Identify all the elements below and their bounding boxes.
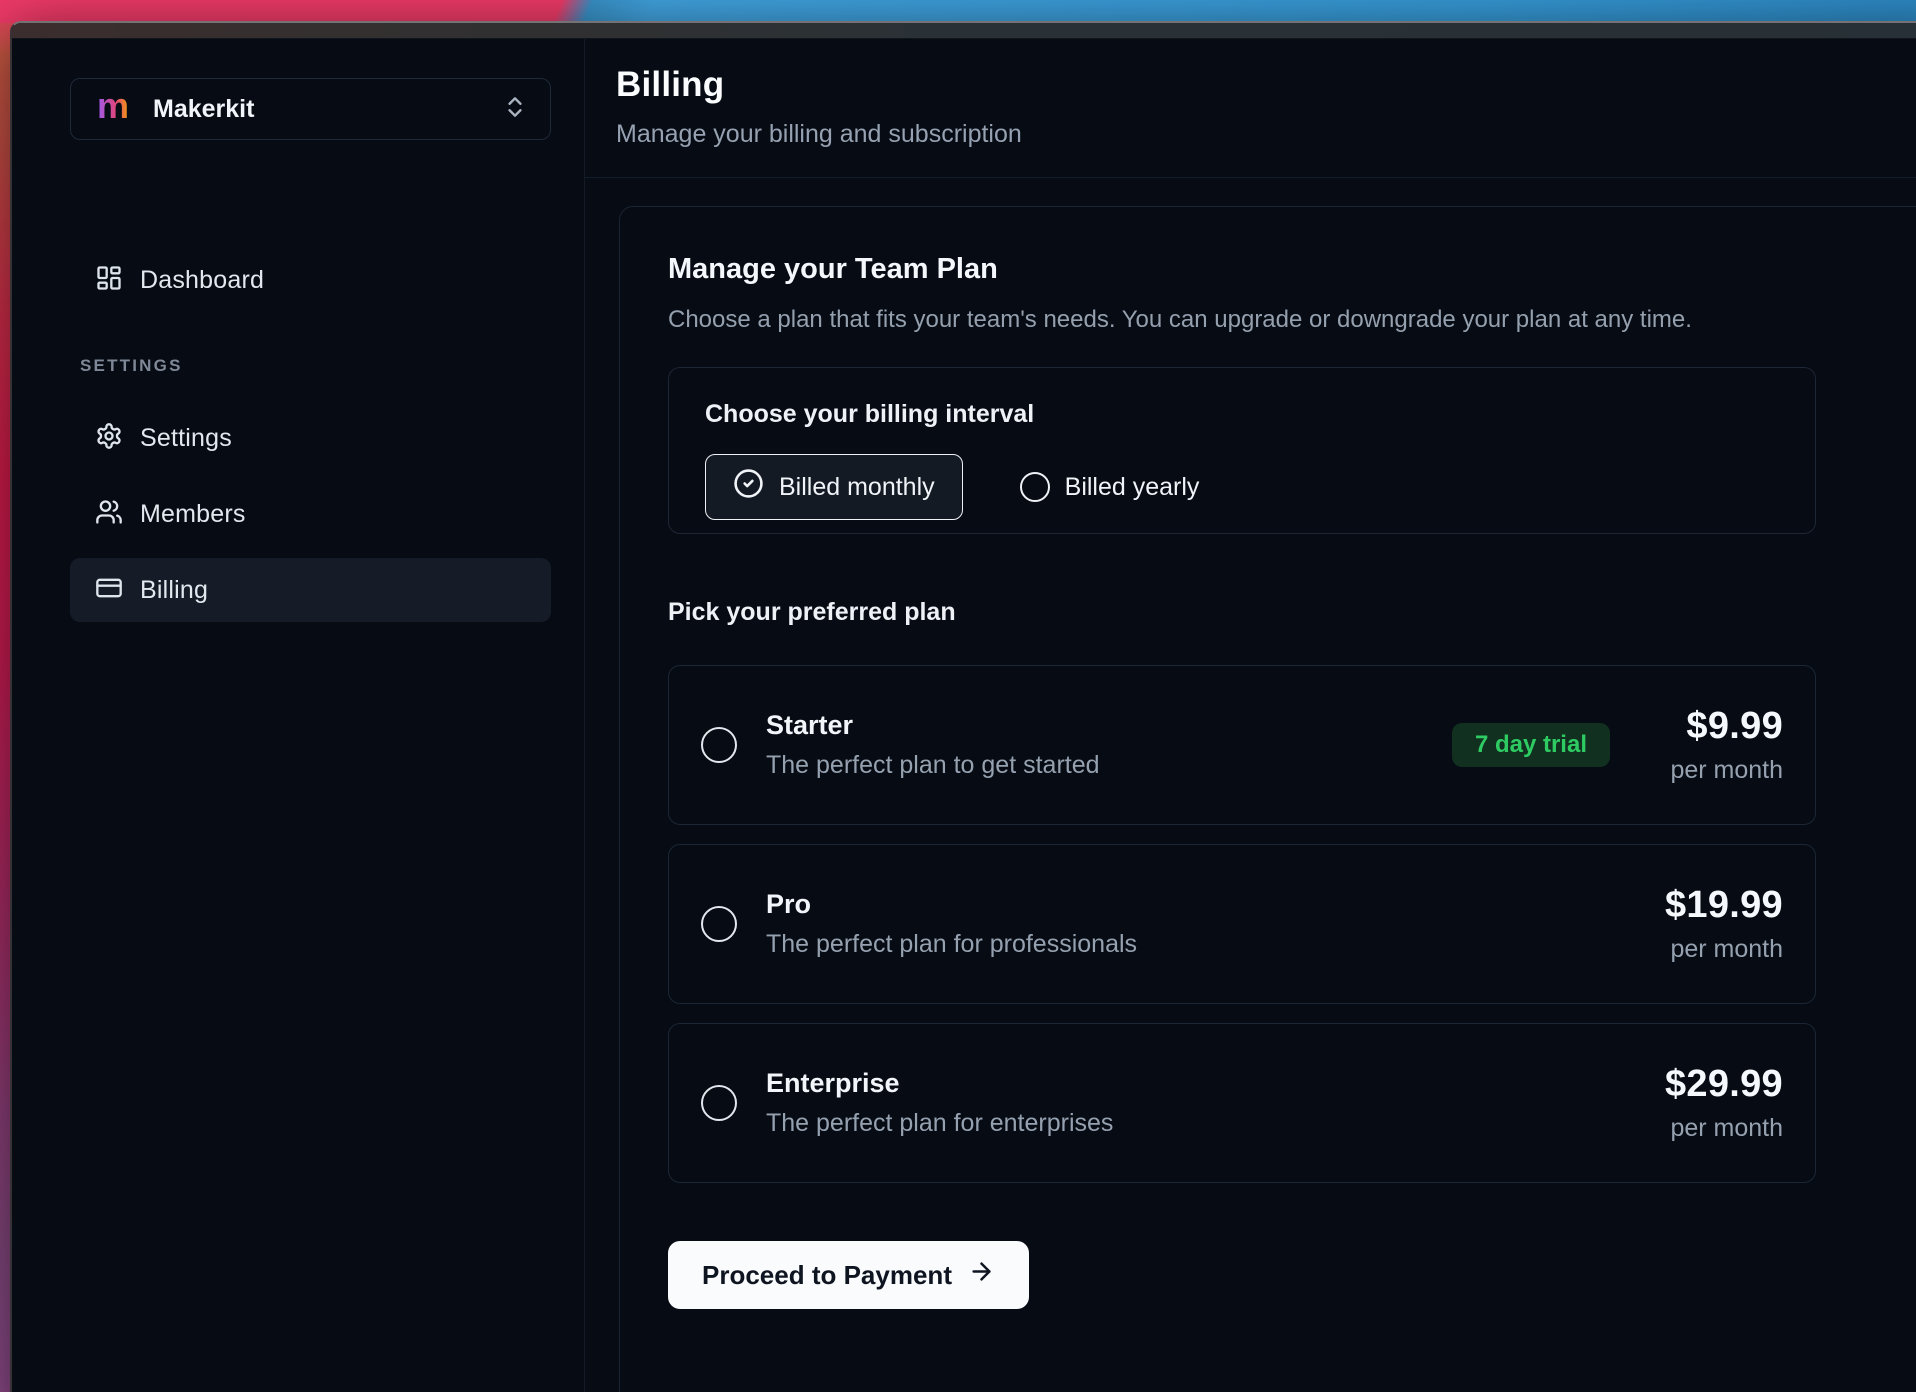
plan-name: Starter [766, 710, 1100, 741]
card-title: Manage your Team Plan [668, 253, 1916, 286]
sidebar-item-label: Dashboard [140, 266, 264, 295]
plan-price: $29.99 [1648, 1063, 1783, 1106]
plan-description: The perfect plan for professionals [766, 930, 1137, 959]
page-title: Billing [616, 65, 1916, 105]
plan-period: per month [1648, 935, 1783, 964]
radio-circle-icon[interactable] [701, 906, 737, 942]
plan-info: Starter The perfect plan to get started [766, 710, 1100, 780]
radio-circle-icon[interactable] [701, 727, 737, 763]
interval-option-label: Billed yearly [1065, 473, 1200, 502]
price-block: $29.99 per month [1648, 1063, 1783, 1143]
plan-description: The perfect plan for enterprises [766, 1109, 1113, 1138]
desktop-wallpaper [0, 0, 1916, 23]
workspace-selector[interactable]: m Makerkit [70, 78, 551, 140]
sidebar-item-label: Settings [140, 424, 232, 453]
interval-option-monthly[interactable]: Billed monthly [705, 454, 963, 520]
plans-label: Pick your preferred plan [668, 598, 1916, 627]
page-subtitle: Manage your billing and subscription [616, 120, 1916, 149]
plan-pricing: $29.99 per month [1648, 1063, 1783, 1143]
plan-period: per month [1648, 1114, 1783, 1143]
chevrons-up-down-icon [502, 94, 528, 125]
credit-card-icon [95, 574, 123, 607]
app-root: m Makerkit Dashboard SETTINGS [12, 39, 1916, 1392]
billing-interval-options: Billed monthly Billed yearly [705, 454, 1779, 520]
plan-pricing: 7 day trial $9.99 per month [1452, 705, 1783, 785]
price-block: $9.99 per month [1648, 705, 1783, 785]
makerkit-logo: m [97, 88, 129, 124]
sidebar-item-label: Members [140, 500, 246, 529]
radio-circle-icon[interactable] [701, 1085, 737, 1121]
gear-icon [95, 422, 123, 455]
proceed-button-label: Proceed to Payment [702, 1260, 952, 1291]
sidebar: m Makerkit Dashboard SETTINGS [12, 39, 585, 1392]
header-divider [585, 177, 1916, 178]
plan-name: Enterprise [766, 1068, 1113, 1099]
plan-name: Pro [766, 889, 1137, 920]
trial-badge: 7 day trial [1452, 723, 1610, 767]
plan-info: Pro The perfect plan for professionals [766, 889, 1137, 959]
plan-price: $19.99 [1648, 884, 1783, 927]
check-circle-icon [733, 468, 764, 506]
interval-option-label: Billed monthly [779, 473, 935, 502]
team-plan-card: Manage your Team Plan Choose a plan that… [619, 206, 1916, 1392]
sidebar-item-label: Billing [140, 576, 208, 605]
sidebar-item-dashboard[interactable]: Dashboard [70, 248, 551, 312]
radio-circle-icon [1020, 472, 1050, 502]
main-content: Billing Manage your billing and subscrip… [585, 39, 1916, 1392]
sidebar-item-members[interactable]: Members [70, 482, 551, 546]
sidebar-nav: Dashboard SETTINGS Settings Members [70, 248, 551, 622]
sidebar-item-settings[interactable]: Settings [70, 406, 551, 470]
card-subtitle: Choose a plan that fits your team's need… [668, 306, 1916, 334]
plan-info: Enterprise The perfect plan for enterpri… [766, 1068, 1113, 1138]
plan-price: $9.99 [1648, 705, 1783, 748]
arrow-right-icon [968, 1258, 995, 1292]
billing-interval-label: Choose your billing interval [705, 400, 1779, 429]
window-titlebar[interactable] [12, 23, 1916, 39]
plan-row-pro[interactable]: Pro The perfect plan for professionals $… [668, 844, 1816, 1004]
dashboard-grid-icon [95, 264, 123, 297]
billing-interval-box: Choose your billing interval Billed mont… [668, 367, 1816, 534]
users-icon [95, 498, 123, 531]
sidebar-section-label: SETTINGS [80, 356, 551, 376]
price-block: $19.99 per month [1648, 884, 1783, 964]
workspace-name: Makerkit [153, 95, 254, 124]
proceed-to-payment-button[interactable]: Proceed to Payment [668, 1241, 1029, 1309]
plan-row-enterprise[interactable]: Enterprise The perfect plan for enterpri… [668, 1023, 1816, 1183]
interval-option-yearly[interactable]: Billed yearly [1020, 472, 1200, 502]
page-header: Billing Manage your billing and subscrip… [585, 39, 1916, 149]
plan-pricing: $19.99 per month [1648, 884, 1783, 964]
plan-description: The perfect plan to get started [766, 751, 1100, 780]
app-window: m Makerkit Dashboard SETTINGS [10, 21, 1916, 1392]
plan-period: per month [1648, 756, 1783, 785]
plan-row-starter[interactable]: Starter The perfect plan to get started … [668, 665, 1816, 825]
sidebar-item-billing[interactable]: Billing [70, 558, 551, 622]
